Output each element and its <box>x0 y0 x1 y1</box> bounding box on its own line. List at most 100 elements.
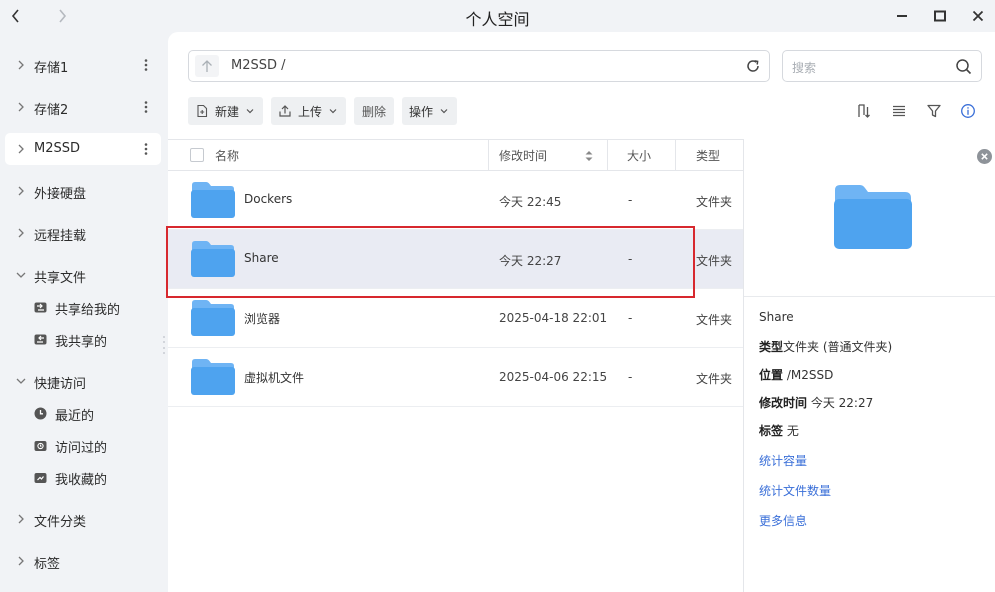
more-options-icon[interactable] <box>141 141 151 157</box>
folder-icon <box>191 359 235 395</box>
share-out-icon <box>34 334 47 345</box>
file-size: - <box>628 311 633 325</box>
details-tags: 标签 无 <box>759 422 799 439</box>
sidebar-item-recent[interactable]: 最近的 <box>5 399 161 427</box>
search-placeholder: 搜索 <box>792 61 817 75</box>
sidebar-item-file-categories[interactable]: 文件分类 <box>5 503 161 535</box>
upload-button-label: 上传 <box>298 104 323 119</box>
sidebar-item-external-disk[interactable]: 外接硬盘 <box>5 175 161 207</box>
details-mtime-label: 修改时间 <box>759 396 808 410</box>
more-options-icon[interactable] <box>141 99 151 115</box>
sidebar-item-label: 共享文件 <box>34 271 87 286</box>
sidebar-item-quick-access[interactable]: 快捷访问 <box>5 365 161 397</box>
details-location-value: /M2SSD <box>783 368 834 382</box>
sidebar-item-visited[interactable]: 访问过的 <box>5 431 161 459</box>
breadcrumb[interactable]: M2SSD / <box>231 58 286 73</box>
sidebar-item-label: 存储2 <box>34 103 69 118</box>
delete-button[interactable]: 删除 <box>354 97 394 125</box>
compute-capacity-link[interactable]: 统计容量 <box>759 452 807 469</box>
path-bar[interactable]: M2SSD / <box>188 50 770 82</box>
clock-icon <box>34 407 47 420</box>
chevron-right-icon <box>18 228 24 238</box>
file-name: 虚拟机文件 <box>244 371 305 385</box>
file-type: 文件夹 <box>696 313 733 327</box>
upload-button[interactable]: 上传 <box>271 97 346 125</box>
sort-icon[interactable] <box>856 103 872 119</box>
maximize-icon <box>934 10 946 22</box>
share-in-icon <box>34 302 47 313</box>
table-row[interactable]: 浏览器 2025-04-18 22:01 - 文件夹 <box>168 289 743 348</box>
column-header-size[interactable]: 大小 <box>627 147 651 164</box>
refresh-icon[interactable] <box>745 58 761 74</box>
minimize-button[interactable] <box>892 6 912 26</box>
minimize-icon <box>897 15 907 17</box>
file-mtime: 2025-04-06 22:15 <box>499 370 608 384</box>
title-bar: 个人空间 <box>0 0 995 32</box>
chevron-left-icon <box>11 9 19 23</box>
file-name: 浏览器 <box>244 312 281 326</box>
file-mtime: 今天 22:27 <box>499 254 562 268</box>
folder-preview-icon <box>834 185 912 249</box>
up-directory-button[interactable] <box>195 55 219 77</box>
sidebar-item-label: 文件分类 <box>34 515 87 530</box>
close-window-button[interactable] <box>968 6 988 26</box>
sidebar-item-shared-with-me[interactable]: 共享给我的 <box>5 293 161 321</box>
filter-icon[interactable] <box>926 103 942 119</box>
sidebar-item-label: 访问过的 <box>55 441 108 456</box>
table-header: 名称 修改时间 大小 类型 <box>168 139 743 171</box>
chevron-down-icon <box>246 109 254 114</box>
column-header-type[interactable]: 类型 <box>696 147 720 164</box>
column-header-name[interactable]: 名称 <box>215 147 239 164</box>
info-icon[interactable] <box>960 103 976 119</box>
details-file-name: Share <box>759 310 794 324</box>
operations-button-label: 操作 <box>409 104 434 119</box>
list-view-icon[interactable] <box>891 103 907 119</box>
more-info-link[interactable]: 更多信息 <box>759 512 807 529</box>
operations-button[interactable]: 操作 <box>402 97 457 125</box>
sidebar-resize-handle[interactable] <box>163 336 166 354</box>
sidebar-item-storage1[interactable]: 存储1 <box>5 49 161 81</box>
file-mtime: 2025-04-18 22:01 <box>499 311 608 325</box>
arrow-up-icon <box>202 60 212 72</box>
chevron-right-icon <box>18 144 24 154</box>
file-mtime: 今天 22:45 <box>499 195 562 209</box>
more-options-icon[interactable] <box>141 57 151 73</box>
sidebar-item-label: M2SSD <box>34 141 81 156</box>
sidebar-item-label: 外接硬盘 <box>34 187 87 202</box>
sidebar-item-favorites[interactable]: 我收藏的 <box>5 463 161 491</box>
forward-button[interactable] <box>52 6 72 26</box>
sidebar-item-label: 共享给我的 <box>55 303 121 318</box>
details-type-label: 类型 <box>759 340 784 354</box>
count-files-link[interactable]: 统计文件数量 <box>759 482 831 499</box>
table-row[interactable]: 虚拟机文件 2025-04-06 22:15 - 文件夹 <box>168 348 743 407</box>
sort-toggle-icon[interactable] <box>584 149 594 163</box>
sidebar-item-my-shares[interactable]: 我共享的 <box>5 325 161 353</box>
back-button[interactable] <box>6 6 26 26</box>
sidebar-item-m2ssd[interactable]: M2SSD <box>5 133 161 165</box>
sidebar-item-label: 我收藏的 <box>55 473 108 488</box>
file-size: - <box>628 370 633 384</box>
sidebar-item-shared-files[interactable]: 共享文件 <box>5 259 161 291</box>
table-row-selected[interactable]: Share 今天 22:27 - 文件夹 <box>168 230 743 289</box>
new-button[interactable]: 新建 <box>188 97 263 125</box>
details-mtime: 修改时间 今天 22:27 <box>759 394 873 411</box>
details-type-value: 文件夹 (普通文件夹) <box>783 340 893 354</box>
chevron-right-icon <box>18 556 24 566</box>
details-type: 类型文件夹 (普通文件夹) <box>759 338 892 355</box>
sidebar-item-label: 标签 <box>34 557 61 572</box>
chevron-right-icon <box>18 186 24 196</box>
table-row[interactable]: Dockers 今天 22:45 - 文件夹 <box>168 171 743 230</box>
select-all-checkbox[interactable] <box>190 148 204 162</box>
close-icon[interactable] <box>977 149 992 164</box>
sidebar-item-tags[interactable]: 标签 <box>5 545 161 577</box>
sidebar-item-remote-mount[interactable]: 远程挂载 <box>5 217 161 249</box>
chevron-right-icon <box>18 514 24 524</box>
search-icon[interactable] <box>955 58 972 75</box>
sidebar-item-storage2[interactable]: 存储2 <box>5 91 161 123</box>
new-file-icon <box>197 104 208 118</box>
folder-icon <box>191 182 235 218</box>
search-input[interactable]: 搜索 <box>782 50 982 82</box>
file-size: - <box>628 252 633 266</box>
maximize-button[interactable] <box>930 6 950 26</box>
column-header-mtime[interactable]: 修改时间 <box>499 147 547 164</box>
